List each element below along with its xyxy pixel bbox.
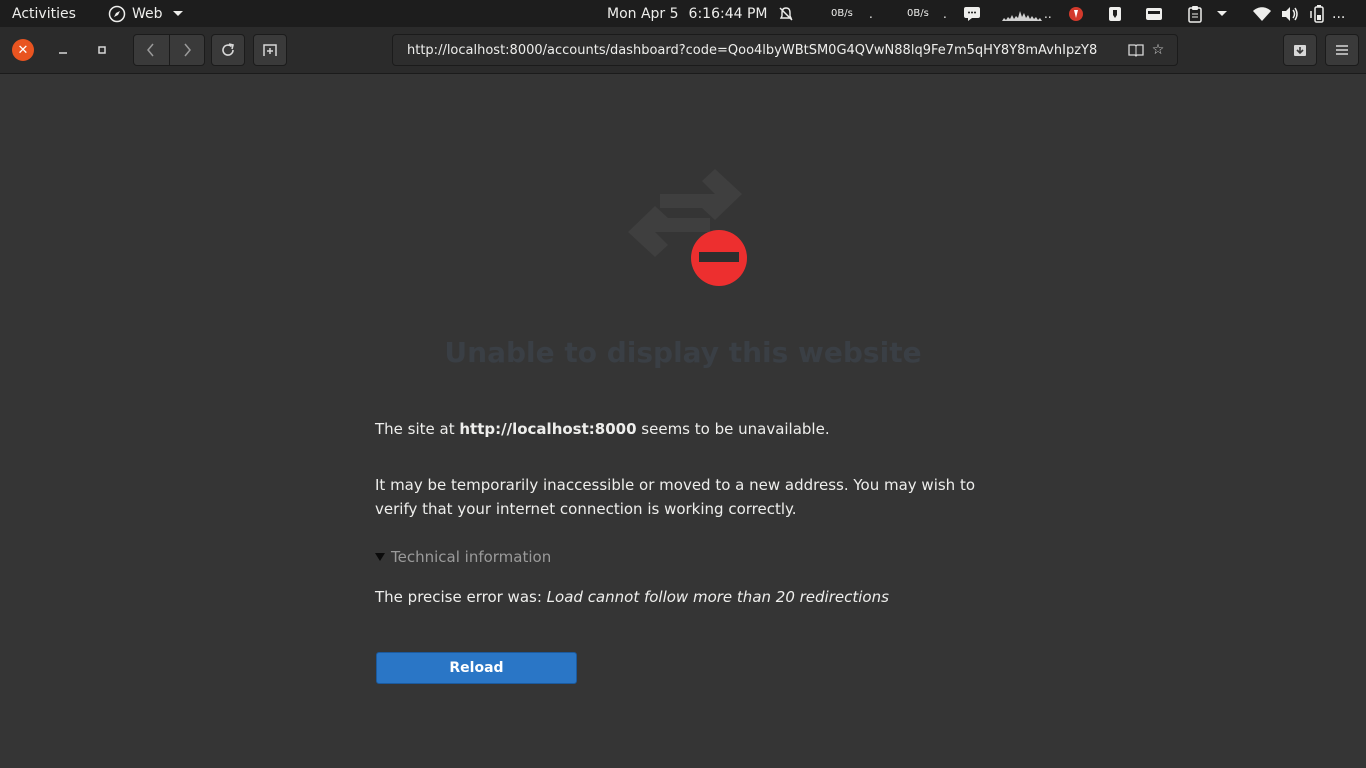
hamburger-menu-icon[interactable]	[1325, 34, 1359, 66]
close-icon[interactable]: ✕	[12, 39, 34, 61]
downloads-icon[interactable]	[1283, 34, 1317, 66]
triangle-down-icon	[375, 553, 385, 561]
error-title: Unable to display this website	[444, 336, 922, 369]
clipboard-menu[interactable]	[1187, 0, 1227, 27]
error-host: http://localhost:8000	[459, 420, 637, 438]
app-menu[interactable]: Web	[108, 0, 183, 27]
maximize-icon[interactable]	[92, 40, 112, 60]
star-icon[interactable]: ☆	[1147, 42, 1169, 58]
reload-button[interactable]: Reload	[376, 652, 577, 684]
gnome-top-bar: Activities Web Mon Apr 5 6:16:44 PM 0B/s…	[0, 0, 1366, 27]
error-page: Unable to display this website The site …	[0, 74, 1366, 768]
chevron-down-icon	[172, 11, 183, 16]
overflow-indicator: ...	[1332, 5, 1346, 22]
technical-information-toggle[interactable]: Technical information	[375, 548, 551, 566]
reader-mode-icon[interactable]	[1125, 43, 1147, 57]
chevron-down-icon	[1217, 11, 1227, 16]
back-icon[interactable]	[134, 35, 169, 65]
network-error-icon	[628, 169, 747, 286]
volume-icon[interactable]	[1281, 0, 1299, 27]
precise-error: The precise error was: Load cannot follo…	[375, 588, 889, 606]
separator-dot: .	[869, 6, 873, 21]
clipboard-icon	[1188, 5, 1202, 23]
reload-icon[interactable]	[211, 34, 245, 66]
msg1-suffix: seems to be unavailable.	[636, 420, 830, 438]
clock[interactable]: Mon Apr 5 6:16:44 PM	[607, 0, 794, 27]
url-text[interactable]: http://localhost:8000/accounts/dashboard…	[407, 43, 1125, 58]
error-message-site: The site at http://localhost:8000 seems …	[375, 417, 995, 441]
clock-time: 6:16:44 PM	[688, 5, 768, 22]
ellipsis-icon: ..	[1044, 6, 1052, 21]
error-message-details: It may be temporarily inaccessible or mo…	[375, 476, 976, 518]
net-up-indicator: 0B/s	[907, 8, 929, 19]
activities-button[interactable]: Activities	[12, 0, 76, 27]
battery-icon	[1310, 4, 1324, 23]
app-name: Web	[132, 5, 163, 22]
forward-icon[interactable]	[168, 35, 205, 65]
precise-error-prefix: The precise error was:	[375, 588, 547, 606]
update-badge-icon[interactable]	[1068, 0, 1084, 27]
notifications-muted-icon	[778, 6, 793, 21]
msg1-prefix: The site at	[375, 420, 460, 438]
minimize-icon[interactable]	[53, 40, 73, 60]
technical-information-label: Technical information	[391, 548, 552, 566]
system-menu[interactable]: ...	[1310, 0, 1345, 27]
precise-error-text: Load cannot follow more than 20 redirect…	[546, 588, 889, 606]
wifi-icon[interactable]	[1253, 0, 1271, 27]
shield-icon[interactable]	[1107, 0, 1123, 27]
separator-dot: .	[943, 6, 947, 21]
clock-date: Mon Apr 5	[607, 5, 679, 22]
net-down-indicator: 0B/s	[831, 8, 853, 19]
new-tab-icon[interactable]	[253, 34, 287, 66]
system-monitor-graph-icon[interactable]	[1002, 0, 1042, 27]
compass-icon	[108, 5, 126, 22]
chat-icon[interactable]	[963, 0, 981, 27]
drive-icon[interactable]	[1145, 0, 1163, 27]
navigation-buttons	[133, 34, 205, 66]
address-bar[interactable]: http://localhost:8000/accounts/dashboard…	[392, 34, 1178, 66]
browser-header-bar: ✕ http://localhost:8000/accounts/dashboa…	[0, 27, 1366, 74]
